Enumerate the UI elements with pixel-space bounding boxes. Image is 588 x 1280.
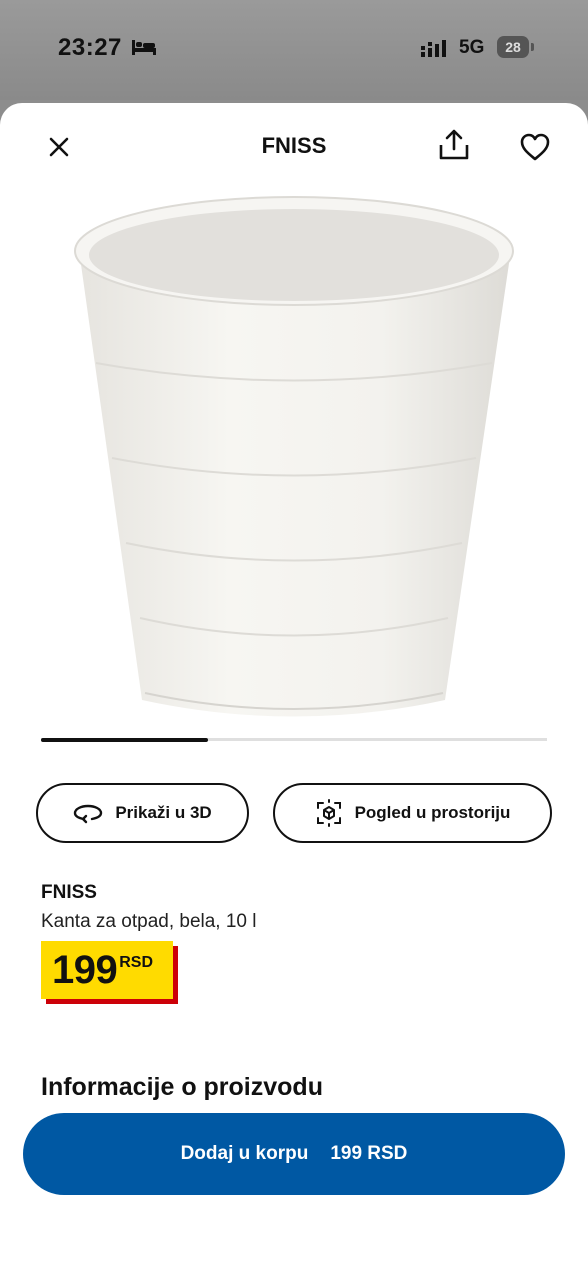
share-button[interactable] xyxy=(436,127,472,163)
augmented-reality-icon xyxy=(316,799,341,827)
carousel-progress xyxy=(41,737,208,742)
battery-level: 28 xyxy=(505,39,521,55)
add-to-cart-price: 199 RSD xyxy=(330,1143,408,1164)
image-carousel-indicator xyxy=(41,737,547,742)
signal-strength-icon xyxy=(421,40,446,57)
add-to-cart-label: Dodaj u korpu xyxy=(180,1143,309,1164)
product-description: Kanta za otpad, bela, 10 l xyxy=(41,911,257,932)
sheet-header: FNISS xyxy=(0,103,588,193)
page-title: FNISS xyxy=(261,133,327,158)
add-to-cart-button[interactable]: Dodaj u korpu 199 RSD xyxy=(23,1113,565,1195)
share-icon xyxy=(439,129,469,160)
view-3d-button[interactable]: Prikaži u 3D xyxy=(36,783,249,843)
view-in-room-label: Pogled u prostoriju xyxy=(354,803,511,822)
product-sheet: FNISS Prikaži u 3D Pogled u prostoriju F… xyxy=(0,103,588,1280)
price-value: 199 xyxy=(52,948,118,992)
view-in-room-button[interactable]: Pogled u prostoriju xyxy=(273,783,552,843)
sleep-focus-icon xyxy=(132,40,156,55)
network-type: 5G xyxy=(459,37,485,58)
favourite-button[interactable] xyxy=(518,130,554,166)
view-3d-label: Prikaži u 3D xyxy=(115,803,212,822)
clock: 23:27 xyxy=(58,34,122,61)
heart-icon xyxy=(520,133,550,161)
battery-cap xyxy=(531,43,534,51)
battery-icon: 28 xyxy=(497,36,529,58)
price-box: 199 RSD xyxy=(41,941,173,999)
status-bar: 23:27 5G 28 xyxy=(0,0,588,100)
product-image[interactable] xyxy=(60,193,528,733)
product-name: FNISS xyxy=(41,882,97,903)
product-info-heading[interactable]: Informacije o proizvodu xyxy=(41,1073,323,1102)
rotate-3d-icon xyxy=(74,804,103,824)
price-currency: RSD xyxy=(119,954,154,971)
